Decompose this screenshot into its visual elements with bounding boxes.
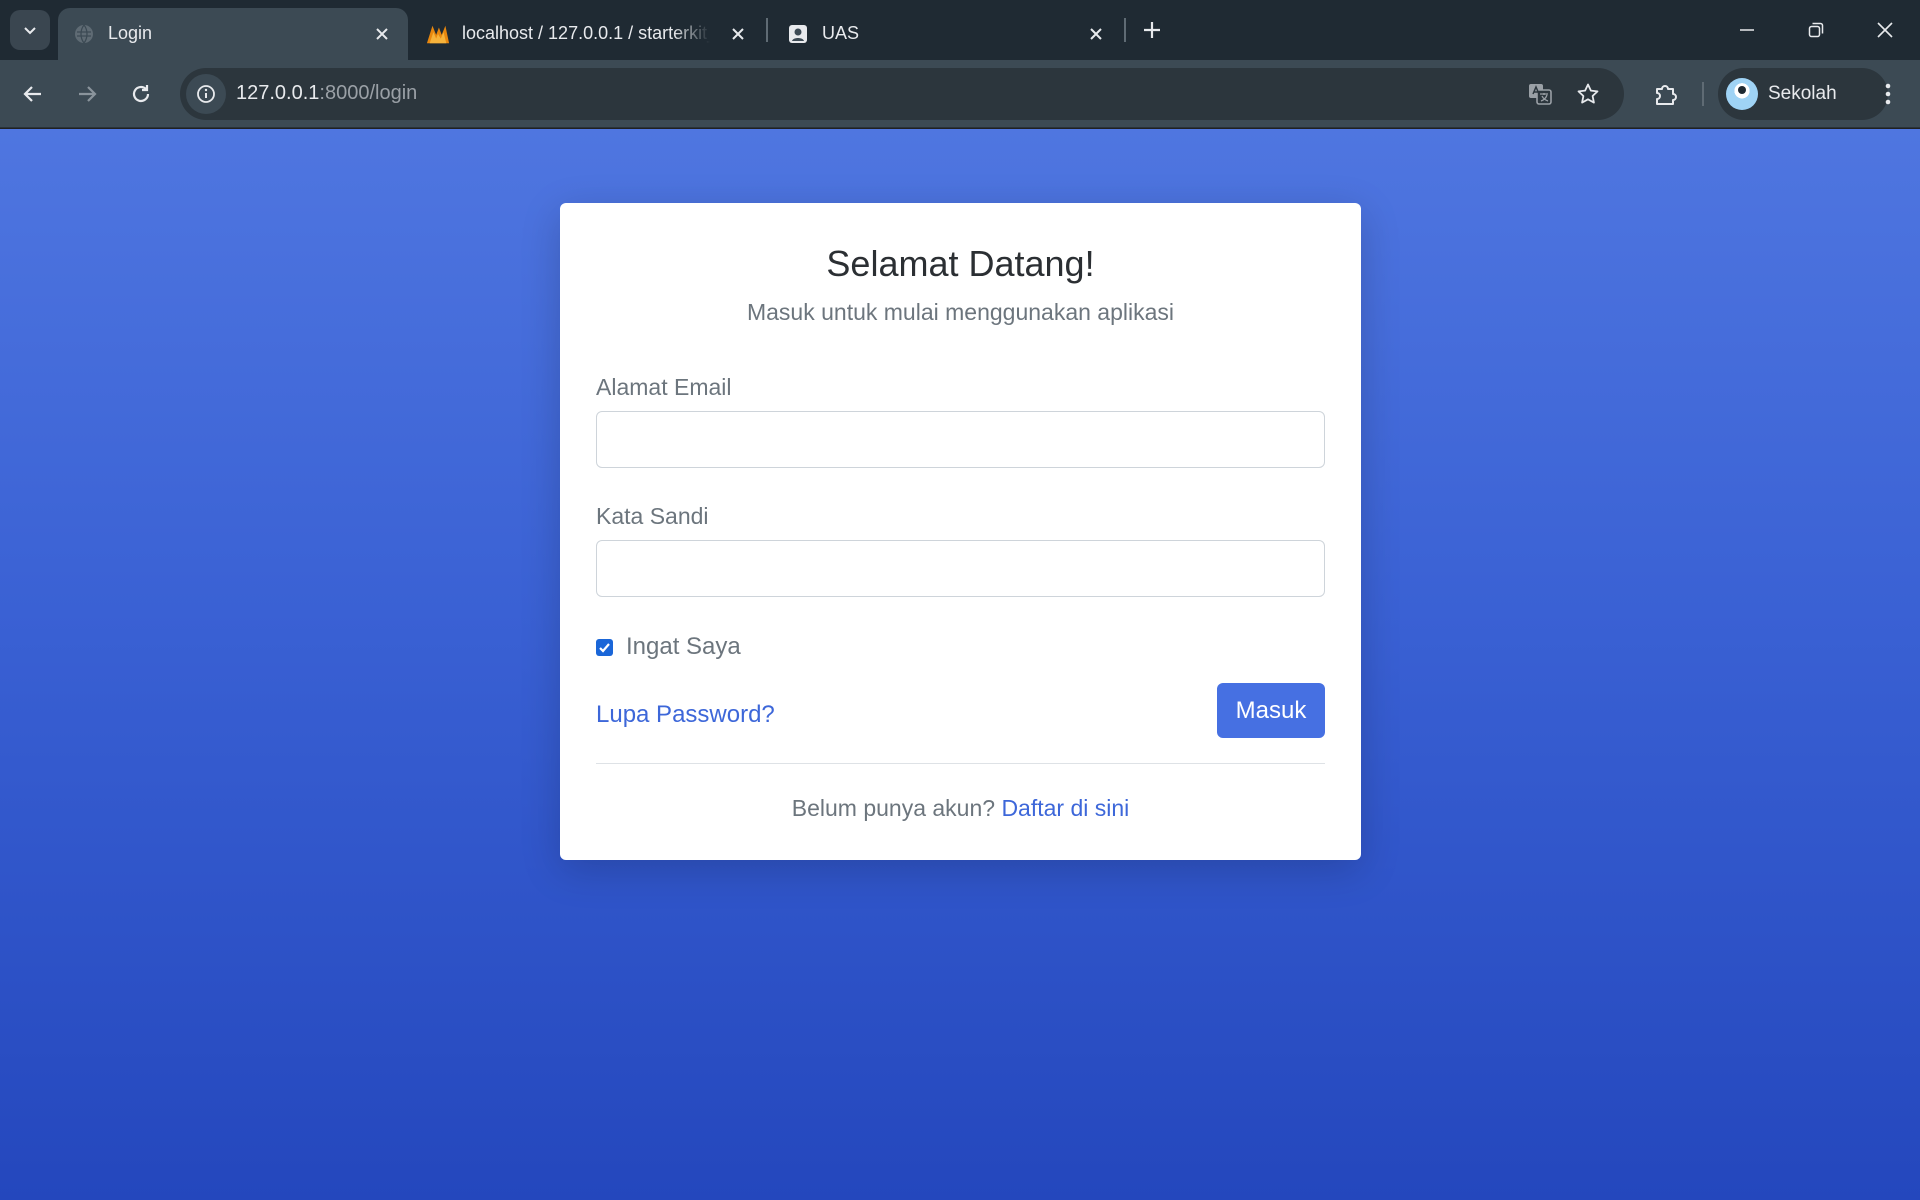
divider xyxy=(596,763,1325,764)
plus-icon xyxy=(1144,22,1160,38)
puzzle-icon xyxy=(1656,85,1677,105)
address-bar[interactable]: 127.0.0.1:8000/login xyxy=(180,68,1624,120)
password-label: Kata Sandi xyxy=(596,503,709,529)
contact-icon xyxy=(786,22,810,46)
remember-me[interactable]: Ingat Saya xyxy=(596,633,741,661)
password-field[interactable] xyxy=(596,540,1325,597)
email-field[interactable] xyxy=(596,411,1325,468)
tab-title: localhost / 127.0.0.1 / starterkit_ xyxy=(462,23,710,43)
remember-label: Ingat Saya xyxy=(626,633,741,660)
restore-button[interactable] xyxy=(1781,0,1851,60)
browser-toolbar: 127.0.0.1:8000/login Sekolah xyxy=(0,60,1920,128)
page-viewport: Selamat Datang! Masuk untuk mulai menggu… xyxy=(0,129,1920,1200)
phpmyadmin-icon xyxy=(426,22,450,46)
minimize-icon xyxy=(1740,29,1754,31)
tab-phpmyadmin[interactable]: localhost / 127.0.0.1 / starterkit_ xyxy=(412,8,764,60)
minimize-button[interactable] xyxy=(1712,0,1782,60)
tab-separator xyxy=(1124,18,1126,42)
tab-uas[interactable]: UAS xyxy=(772,8,1122,60)
arrow-right-icon xyxy=(79,86,97,102)
profile-button[interactable]: Sekolah xyxy=(1718,68,1888,120)
url-host: 127.0.0.1 xyxy=(236,82,320,104)
extensions-button[interactable] xyxy=(1644,72,1688,116)
tab-strip: Login localhost / 127.0.0.1 / starterkit… xyxy=(0,0,1920,60)
close-window-button[interactable] xyxy=(1850,0,1920,60)
tab-title: Login xyxy=(108,23,153,43)
forgot-password-link[interactable]: Lupa Password? xyxy=(596,701,775,729)
restore-icon xyxy=(1808,22,1824,38)
globe-icon xyxy=(72,22,96,46)
tab-separator xyxy=(766,18,768,42)
url-path: :8000/login xyxy=(319,82,418,104)
remember-checkbox[interactable] xyxy=(596,638,613,656)
tab-search-button[interactable] xyxy=(10,10,50,50)
avatar xyxy=(1726,78,1758,110)
close-tab-icon[interactable] xyxy=(370,22,394,46)
email-label: Alamat Email xyxy=(596,374,732,400)
register-row: Belum punya akun? Daftar di sini xyxy=(560,795,1361,822)
reload-icon xyxy=(132,85,150,103)
more-vertical-icon xyxy=(1885,83,1891,105)
site-info-icon[interactable] xyxy=(186,74,226,114)
register-link[interactable]: Daftar di sini xyxy=(1001,795,1129,821)
login-button[interactable]: Masuk xyxy=(1217,683,1325,738)
close-tab-icon[interactable] xyxy=(1084,22,1108,46)
tab-title: UAS xyxy=(822,23,860,43)
login-card: Selamat Datang! Masuk untuk mulai menggu… xyxy=(560,203,1361,860)
translate-icon[interactable] xyxy=(1522,76,1558,112)
register-prompt: Belum punya akun? xyxy=(791,795,996,821)
url-text[interactable]: 127.0.0.1:8000/login xyxy=(236,82,417,105)
forward-button[interactable] xyxy=(65,72,109,116)
close-tab-icon[interactable] xyxy=(726,22,750,46)
profile-name: Sekolah xyxy=(1768,83,1837,104)
back-button[interactable] xyxy=(11,72,55,116)
arrow-left-icon xyxy=(23,86,41,102)
new-tab-button[interactable] xyxy=(1132,10,1172,50)
page-subtitle: Masuk untuk mulai menggunakan aplikasi xyxy=(746,299,1175,325)
close-icon xyxy=(1877,22,1893,38)
browser-menu-button[interactable] xyxy=(1866,72,1910,116)
reload-button[interactable] xyxy=(119,72,163,116)
chevron-down-icon xyxy=(24,27,36,35)
tab-login[interactable]: Login xyxy=(58,8,408,60)
checkmark-icon xyxy=(599,642,610,653)
toolbar-separator xyxy=(1702,82,1704,106)
bookmark-star-icon[interactable] xyxy=(1570,76,1606,112)
page-title: Selamat Datang! xyxy=(826,243,1095,284)
